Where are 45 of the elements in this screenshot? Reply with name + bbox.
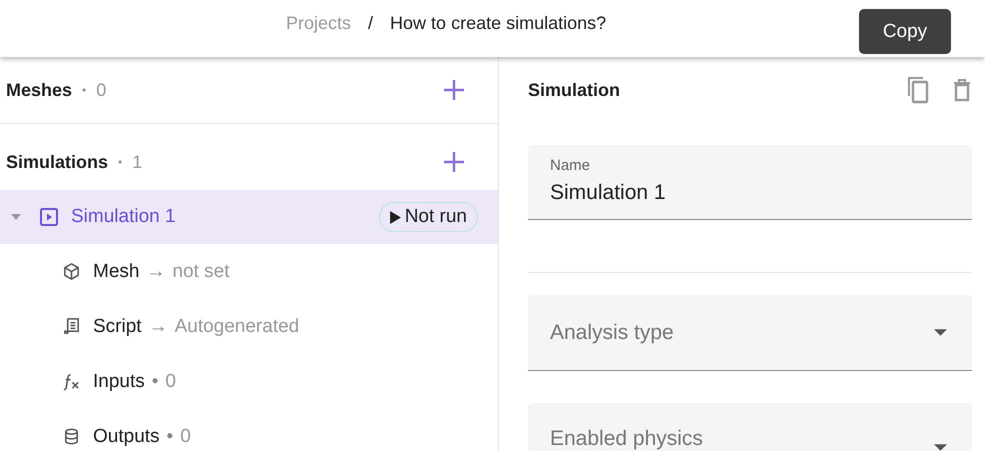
breadcrumb-separator: / — [368, 13, 374, 34]
dot-separator: • — [118, 155, 122, 169]
trash-icon[interactable] — [952, 78, 972, 102]
caret-icon[interactable] — [11, 214, 21, 220]
select-field[interactable]: Analysis type — [528, 295, 972, 371]
tree-item-label: Simulation 1 — [71, 206, 176, 228]
dropdown-caret-icon — [934, 444, 947, 451]
cube-icon — [62, 262, 81, 281]
tooltip: Copy — [859, 9, 951, 54]
dot-separator: • — [82, 83, 86, 97]
breadcrumb-link[interactable]: How to create simulations? — [390, 13, 606, 34]
tree-child-label[interactable]: Script — [93, 316, 142, 338]
tree-child-label[interactable]: Inputs — [93, 370, 145, 392]
tree-child-value: Autogenerated — [174, 316, 300, 338]
play-square-icon — [39, 207, 59, 227]
tree-child-value: 0 — [180, 426, 191, 448]
section-title: Simulations — [6, 152, 108, 172]
panel-title: Simulation — [528, 80, 620, 100]
tree-item[interactable]: Simulation 1 Not run — [0, 190, 498, 244]
separator: • — [166, 426, 174, 448]
field-value: Simulation 1 — [550, 181, 667, 205]
select-field[interactable]: Enabled physics — [528, 403, 972, 451]
section-count: 0 — [96, 80, 106, 100]
name-field[interactable]: Name Simulation 1 — [528, 145, 972, 220]
tree-child-label[interactable]: Mesh — [93, 260, 140, 282]
separator: → — [146, 260, 166, 282]
select-placeholder: Analysis type — [550, 320, 674, 344]
add-icon[interactable] — [442, 150, 466, 174]
section-title: Meshes — [6, 80, 72, 100]
copy-icon[interactable] — [906, 76, 930, 104]
select-placeholder: Enabled physics — [550, 427, 703, 451]
tree-child-label[interactable]: Outputs — [93, 426, 160, 448]
play-icon — [390, 210, 401, 224]
section-count: 1 — [132, 152, 142, 172]
scroll-icon — [62, 317, 81, 336]
tree-child-value: not set — [172, 260, 230, 282]
run-status-button[interactable]: Not run — [378, 202, 478, 232]
field-label: Name — [550, 157, 592, 174]
separator: • — [152, 370, 158, 392]
add-icon[interactable] — [442, 78, 466, 102]
database-icon — [62, 427, 81, 446]
separator: → — [148, 316, 168, 338]
dropdown-caret-icon — [934, 329, 947, 336]
tree-child-value: 0 — [165, 370, 176, 392]
function-icon — [62, 372, 81, 391]
